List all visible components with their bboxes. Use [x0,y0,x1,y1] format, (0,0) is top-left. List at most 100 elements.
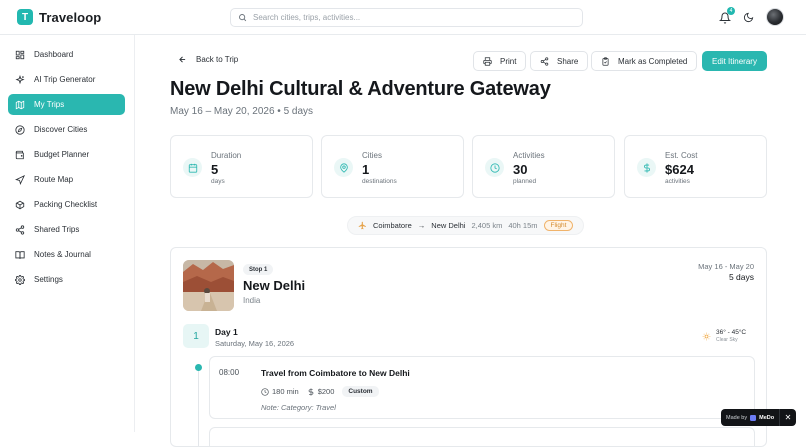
activity-card[interactable]: 08:00 Travel from Coimbatore to New Delh… [209,356,755,419]
stop-dates: May 16 - May 20 [698,262,754,271]
print-button[interactable]: Print [473,51,527,71]
activity-card[interactable] [209,427,755,446]
stat-sub: destinations [362,178,397,185]
arrow-left-icon [179,56,186,63]
app-logo[interactable]: T Traveloop [17,9,101,25]
sidebar-item-ai-trip-generator[interactable]: AI Trip Generator [8,69,125,90]
stop-badge: Stop 1 [243,264,274,275]
made-by-brand: MeDo [759,414,775,421]
sun-icon [702,332,711,340]
sidebar-item-shared-trips[interactable]: Shared Trips [8,219,125,240]
route-to: New Delhi [431,221,466,230]
day-date: Saturday, May 16, 2026 [215,339,295,348]
activity-duration: 180 min [261,387,299,396]
stop-city-name: New Delhi [243,278,306,293]
share-label: Share [557,56,579,66]
page-title: New Delhi Cultural & Adventure Gateway [170,78,551,100]
sidebar-item-dashboard[interactable]: Dashboard [8,44,125,65]
sidebar-item-label: Dashboard [34,50,74,59]
close-icon: ✕ [784,413,792,422]
city-photo-image [183,260,234,311]
weather-desc: Clear Sky [716,337,738,343]
sidebar-item-route-map[interactable]: Route Map [8,169,125,190]
stat-label: Est. Cost [665,151,698,160]
activity-duration-text: 180 min [272,387,299,396]
stop-days: 5 days [728,272,754,282]
clock-icon [489,162,500,173]
timeline-dot [195,364,202,371]
city-photo [183,260,234,311]
user-avatar[interactable] [766,8,784,26]
activity-time: 08:00 [219,368,240,377]
stat-icon-wrap [183,158,202,177]
made-by-widget[interactable]: Made by MeDo ✕ [721,409,796,426]
stat-value: 5 [211,162,219,177]
search-input[interactable] [253,13,553,22]
activity-tag: Custom [342,386,379,397]
edit-itinerary-button[interactable]: Edit Itinerary [702,51,767,71]
route-distance: 2,405 km [471,221,503,230]
stat-sub: planned [513,178,537,185]
stat-sub: days [211,178,225,185]
stat-value: 1 [362,162,370,177]
logo-mark: T [17,9,33,25]
app-name: Traveloop [39,9,102,25]
sidebar-item-label: Packing Checklist [34,200,98,209]
share-icon [540,56,549,66]
top-bar: T Traveloop 4 [0,0,806,35]
back-to-trip-link[interactable]: Back to Trip [178,55,238,64]
stat-label: Activities [513,151,545,160]
top-actions: 4 [718,7,784,26]
sidebar-item-label: Route Map [34,175,74,184]
sidebar-item-discover-cities[interactable]: Discover Cities [8,119,125,140]
arrow-right-icon: → [417,221,426,230]
sidebar-item-label: Shared Trips [34,225,80,234]
route-segment: Coimbatore → New Delhi 2,405 km 40h 15m … [347,216,585,235]
sidebar-item-label: AI Trip Generator [34,75,96,84]
search-icon [239,14,247,22]
activity-meta: 180 min $200 Custom [261,386,379,397]
weather-info: 36° - 45°C Clear Sky [716,329,746,343]
wallet-icon [15,150,24,159]
stat-card-duration: Duration 5 days [170,135,313,198]
notifications-button[interactable]: 4 [718,7,735,24]
stat-value: 30 [513,162,528,177]
activity-cost: $200 [307,387,334,396]
sidebar-item-label: Discover Cities [34,125,88,134]
moon-icon[interactable] [743,12,754,23]
sidebar: Dashboard AI Trip Generator My Trips Dis… [0,35,135,432]
pin-icon [339,163,348,173]
day-title: Day 1 [215,327,238,337]
back-label: Back to Trip [196,55,239,64]
weather-widget: 36° - 45°C Clear Sky [696,326,752,346]
compass-icon [15,124,25,135]
sidebar-item-notes-journal[interactable]: Notes & Journal [8,244,125,265]
timeline-line [198,369,199,446]
gear-icon [15,274,25,285]
stat-sub: activities [665,178,690,185]
mark-completed-button[interactable]: Mark as Completed [591,51,698,71]
mark-completed-label: Mark as Completed [618,56,688,66]
clock-icon [261,387,269,396]
dollar-icon [643,162,650,173]
share-button[interactable]: Share [530,51,589,71]
sidebar-item-my-trips[interactable]: My Trips [8,94,125,115]
sidebar-item-packing-checklist[interactable]: Packing Checklist [8,194,125,215]
edit-itinerary-label: Edit Itinerary [712,56,757,66]
main-content: Back to Trip Print Share Mark as Complet… [135,35,806,447]
grid-icon [15,50,25,59]
route-from: Coimbatore [373,221,412,230]
sidebar-item-label: Settings [34,275,63,284]
close-button[interactable]: ✕ [779,409,796,426]
print-label: Print [500,56,517,66]
weather-temp: 36° - 45°C [716,329,747,336]
printer-icon [483,56,492,66]
medo-logo-icon [750,414,757,421]
search-bar[interactable] [230,8,583,27]
activity-note: Note: Category: Travel [261,403,336,412]
sidebar-item-label: Notes & Journal [34,250,91,259]
sidebar-item-budget-planner[interactable]: Budget Planner [8,144,125,165]
clipboard-check-icon [602,56,609,66]
sidebar-item-settings[interactable]: Settings [8,269,125,290]
stat-card-activities: Activities 30 planned [472,135,615,198]
